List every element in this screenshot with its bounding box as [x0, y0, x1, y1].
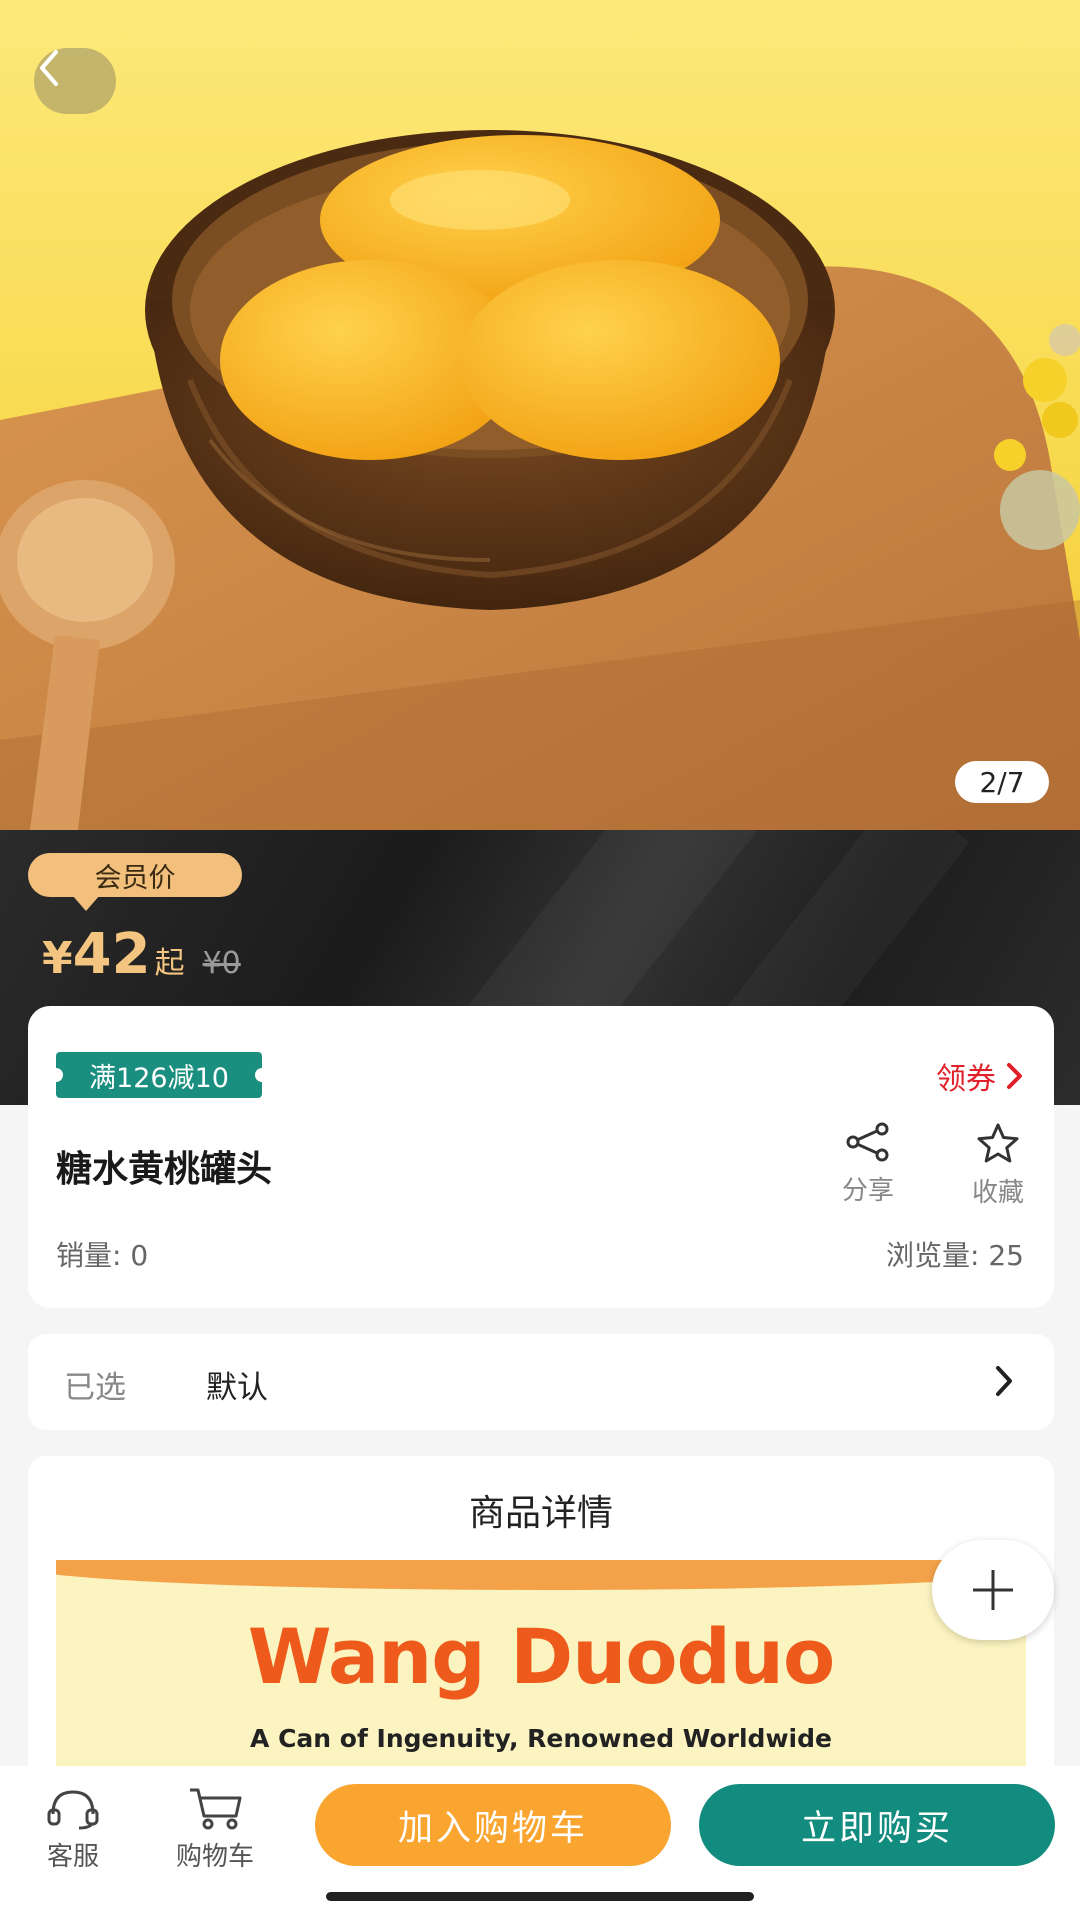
add-floating-button[interactable] [932, 1540, 1054, 1640]
share-icon [846, 1122, 889, 1162]
star-icon [977, 1123, 1019, 1163]
chevron-left-icon [40, 50, 58, 86]
price-value: 42 [72, 922, 151, 987]
cart-icon [190, 1788, 242, 1830]
buy-now-button[interactable]: 立即购买 [699, 1784, 1055, 1866]
plus-icon [973, 1570, 1013, 1610]
cart-label: 购物车 [175, 1842, 254, 1872]
share-label: 分享 [841, 1176, 894, 1206]
view-count: 浏览量: 25 [886, 1239, 1024, 1272]
selected-value: 默认 [206, 1370, 268, 1406]
product-image-gallery[interactable]: 2/7 [0, 0, 1080, 830]
banner-stripe [56, 1560, 1026, 1590]
favorite-button[interactable]: 收藏 [958, 1122, 1038, 1209]
sales-count: 销量: 0 [56, 1239, 149, 1272]
price-suffix: 起 [154, 946, 185, 981]
product-title: 糖水黄桃罐头 [56, 1149, 273, 1190]
get-coupon-label: 领券 [936, 1062, 996, 1097]
brand-slogan: A Can of Ingenuity, Renowned Worldwide [250, 1724, 832, 1753]
image-counter: 2/7 [955, 761, 1049, 803]
product-photo [0, 130, 1080, 830]
chevron-right-icon [996, 1366, 1012, 1396]
customer-service-button[interactable]: 客服 [18, 1786, 128, 1873]
spec-selector[interactable]: 已选 默认 [28, 1334, 1054, 1430]
coupon-badge: 满126减10 [49, 1052, 269, 1098]
headset-icon [47, 1790, 99, 1830]
add-to-cart-button[interactable]: 加入购物车 [315, 1784, 671, 1866]
get-coupon-link[interactable]: 领券 [936, 1054, 1024, 1098]
original-price: ¥0 [202, 946, 241, 981]
back-button[interactable] [34, 48, 116, 114]
selected-label: 已选 [64, 1370, 126, 1406]
share-button[interactable]: 分享 [828, 1122, 908, 1207]
home-indicator[interactable] [326, 1892, 754, 1901]
detail-banner-image: Wang Duoduo A Can of Ingenuity, Renowned… [56, 1560, 1026, 1776]
customer-service-label: 客服 [46, 1842, 99, 1872]
price-display: ¥ 42 起 ¥0 [42, 922, 241, 987]
detail-title: 商品详情 [468, 1493, 613, 1534]
member-price-tag: 会员价 [28, 853, 242, 911]
favorite-label: 收藏 [971, 1178, 1024, 1208]
brand-name: Wang Duoduo [247, 1612, 836, 1701]
product-detail-section: 商品详情 Wang Duoduo A Can of Ingenuity, Ren… [28, 1456, 1054, 1776]
product-info-card: 满126减10 领券 糖水黄桃罐头 分享 收藏 销量: 0 浏览量: 25 [28, 1006, 1054, 1308]
cart-button[interactable]: 购物车 [160, 1786, 270, 1873]
chevron-right-icon [1007, 1063, 1022, 1089]
currency-symbol: ¥ [42, 933, 73, 984]
